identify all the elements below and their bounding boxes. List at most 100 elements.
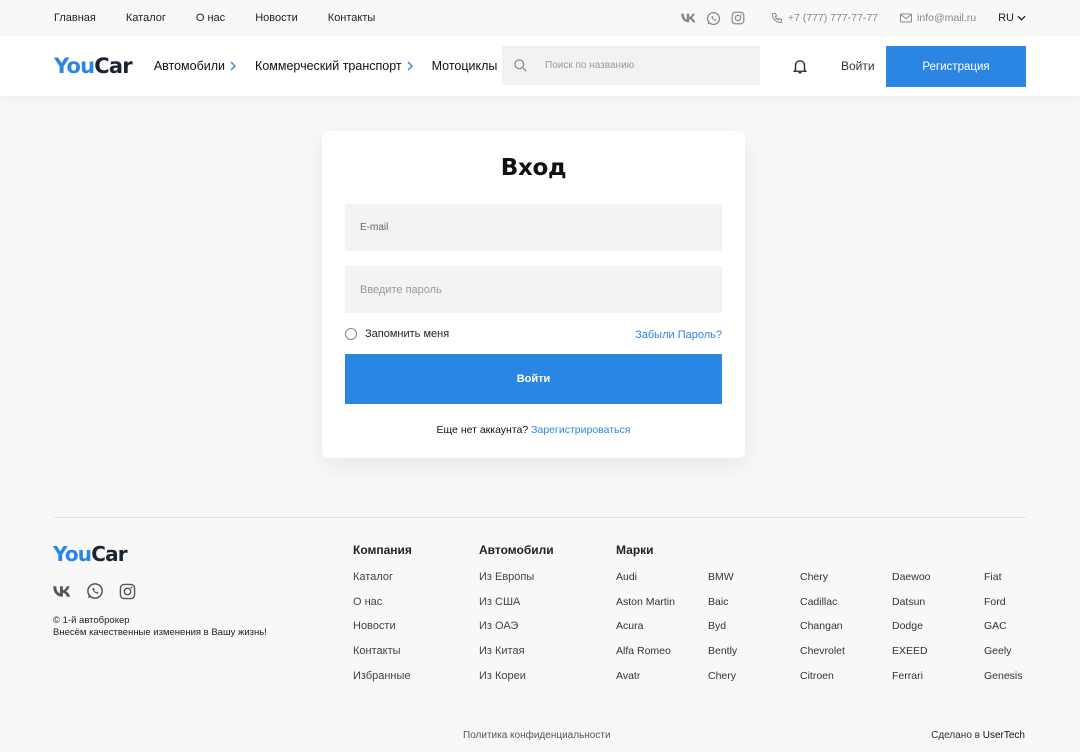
login-link[interactable]: Войти	[841, 59, 875, 73]
footer-link[interactable]: Контакты	[353, 645, 412, 670]
mail-icon	[900, 13, 913, 23]
brand-link[interactable]: Avatr	[616, 670, 708, 695]
brand-link[interactable]: EXEED	[892, 645, 984, 670]
brand-link[interactable]: Chery	[800, 571, 892, 596]
footer-brands-column: Марки Audi BMW Chery Daewoo Fiat Aston M…	[616, 543, 1036, 694]
register-button[interactable]: Регистрация	[886, 46, 1026, 87]
remember-me-checkbox[interactable]: Запомнить меня	[345, 328, 449, 340]
footer-logo[interactable]: YouCar	[53, 542, 128, 566]
brand-link[interactable]: Changan	[800, 620, 892, 645]
search-input[interactable]	[545, 60, 735, 71]
footer-link[interactable]: Из Европы	[479, 571, 554, 596]
made-by: Сделано в UserTech	[931, 730, 1025, 741]
email-field[interactable]	[345, 204, 722, 251]
footer-link[interactable]: Каталог	[353, 571, 412, 596]
phone-icon	[771, 13, 782, 24]
nav-item-label: Автомобили	[153, 59, 226, 73]
made-by-prefix: Сделано в	[931, 730, 980, 741]
nav-item-motorcycles[interactable]: Мотоциклы	[432, 59, 509, 73]
chevron-right-icon	[230, 61, 237, 71]
brand-link[interactable]: Genesis	[984, 670, 1044, 695]
footer-link[interactable]: Из Китая	[479, 645, 554, 670]
footer-social	[53, 582, 136, 600]
brand-link[interactable]: Fiat	[984, 571, 1044, 596]
footer-brands-title: Марки	[616, 543, 654, 557]
brand-link[interactable]: Audi	[616, 571, 708, 596]
footer-link[interactable]: Из Кореи	[479, 670, 554, 695]
footer-link[interactable]: О нас	[353, 596, 412, 621]
main-nav: Автомобили Коммерческий транспорт Мотоци…	[154, 59, 528, 73]
footer-logo-car: Car	[91, 542, 127, 566]
logo-you: You	[54, 54, 95, 78]
forgot-password-link[interactable]: Забыли Пароль?	[635, 329, 722, 341]
footer-link[interactable]: Из США	[479, 596, 554, 621]
whatsapp-icon[interactable]	[86, 582, 104, 600]
login-card: Вход Запомнить меня Забыли Пароль? Войти…	[322, 131, 745, 458]
phone-contact[interactable]: +7 (777) 777-77-77	[771, 12, 878, 24]
chevron-right-icon	[407, 61, 413, 71]
copyright-text: © 1-й автоброкер	[53, 615, 130, 626]
brand-link[interactable]: Chery	[708, 670, 800, 695]
top-nav-catalog[interactable]: Каталог	[126, 12, 166, 24]
privacy-policy-link[interactable]: Политика конфиденциальности	[463, 730, 611, 741]
brand-link[interactable]: Dodge	[892, 620, 984, 645]
brand-link[interactable]: Datsun	[892, 596, 984, 621]
vk-icon[interactable]	[53, 585, 71, 597]
top-nav-contacts[interactable]: Контакты	[328, 12, 376, 24]
brand-link[interactable]: Cadillac	[800, 596, 892, 621]
remember-me-label: Запомнить меня	[365, 328, 450, 340]
password-field[interactable]	[345, 266, 722, 313]
top-social	[681, 11, 745, 26]
brand-link[interactable]: Ferrari	[892, 670, 984, 695]
footer-link[interactable]: Избранные	[353, 670, 412, 695]
email-contact[interactable]: info@mail.ru	[900, 12, 976, 24]
footer-copyright: © 1-й автоброкер Внесём качественные изм…	[53, 615, 267, 638]
phone-number: +7 (777) 777-77-77	[787, 12, 879, 24]
brand-link[interactable]: Geely	[984, 645, 1044, 670]
slogan-text: Внесём качественные изменения в Вашу жиз…	[53, 626, 267, 638]
language-selector[interactable]: RU	[998, 12, 1026, 24]
brand-link[interactable]: Ford	[984, 596, 1044, 621]
top-nav-news[interactable]: Новости	[255, 12, 298, 24]
login-title: Вход	[500, 155, 567, 181]
login-submit-button[interactable]: Войти	[345, 354, 722, 404]
brand-link[interactable]: Aston Martin	[616, 596, 708, 621]
brand-link[interactable]: BMW	[708, 571, 800, 596]
brand-link[interactable]: Citroen	[800, 670, 892, 695]
brand-link[interactable]: Daewoo	[892, 571, 984, 596]
footer-link[interactable]: Новости	[353, 620, 412, 645]
language-value: RU	[998, 12, 1014, 24]
top-nav-about[interactable]: О нас	[196, 12, 225, 24]
chevron-down-icon	[1017, 15, 1026, 21]
no-account-text: Еще нет аккаунта?	[436, 424, 529, 436]
search-icon[interactable]	[513, 58, 528, 73]
email-address: info@mail.ru	[917, 12, 977, 24]
brand-link[interactable]: Acura	[616, 620, 708, 645]
nav-item-commercial[interactable]: Коммерческий транспорт	[255, 59, 413, 73]
footer-cars-column: Автомобили Из Европы Из США Из ОАЭ Из Ки…	[479, 543, 554, 694]
footer-link[interactable]: Из ОАЭ	[479, 620, 554, 645]
top-nav-home[interactable]: Главная	[54, 12, 96, 24]
brand-link[interactable]: Alfa Romeo	[616, 645, 708, 670]
brand-link[interactable]: Baic	[708, 596, 800, 621]
instagram-icon[interactable]	[119, 583, 136, 600]
vk-icon[interactable]	[681, 13, 696, 23]
nav-item-cars[interactable]: Автомобили	[153, 59, 237, 73]
made-by-brand-link[interactable]: UserTech	[983, 730, 1025, 741]
instagram-icon[interactable]	[731, 11, 745, 25]
brand-link[interactable]: Chevrolet	[800, 645, 892, 670]
register-link[interactable]: Зарегистрироваться	[531, 424, 630, 436]
logo[interactable]: YouCar	[54, 54, 133, 78]
search-box	[502, 46, 760, 85]
whatsapp-icon[interactable]	[706, 11, 721, 26]
bell-icon[interactable]	[791, 57, 809, 80]
no-account-row: Еще нет аккаунта? Зарегистрироваться	[322, 424, 745, 436]
brand-link[interactable]: GAC	[984, 620, 1044, 645]
brands-grid: Audi BMW Chery Daewoo Fiat Aston Martin …	[616, 571, 1036, 694]
footer-logo-you: You	[53, 542, 92, 566]
brand-link[interactable]: Bently	[708, 645, 800, 670]
nav-item-label: Коммерческий транспорт	[255, 59, 402, 73]
brand-link[interactable]: Byd	[708, 620, 800, 645]
footer-company-column: Компания Каталог О нас Новости Контакты …	[353, 543, 412, 694]
logo-car: Car	[94, 54, 132, 78]
